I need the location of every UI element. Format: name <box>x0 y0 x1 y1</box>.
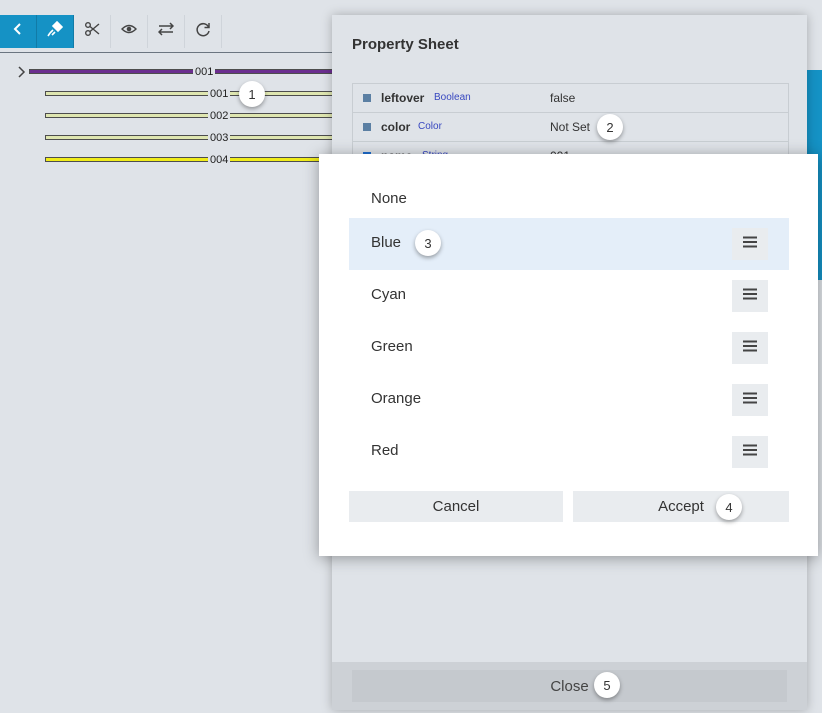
menu-icon <box>743 443 757 461</box>
option-menu-button[interactable] <box>732 228 768 260</box>
option-menu-button[interactable] <box>732 332 768 364</box>
option-menu-button[interactable] <box>732 280 768 312</box>
step-badge: 4 <box>716 494 742 520</box>
color-dialog: None Blue 3 Cyan Green Orange Red Cancel <box>319 154 818 556</box>
property-name: color <box>381 120 411 134</box>
child-track-label: 004 <box>208 154 231 166</box>
chevron-left-icon <box>10 21 26 42</box>
accept-button[interactable]: Accept <box>573 491 789 522</box>
root-track[interactable] <box>29 69 339 74</box>
color-option-red[interactable]: Red <box>349 426 789 478</box>
close-bar: Close 5 <box>332 662 807 710</box>
menu-icon <box>743 235 757 253</box>
property-row[interactable]: leftover Boolean false <box>353 84 788 113</box>
swap-arrows-icon <box>157 21 175 42</box>
view-button[interactable] <box>111 15 148 48</box>
property-name: leftover <box>381 91 425 105</box>
auto-button[interactable] <box>37 15 74 48</box>
child-track-label: 003 <box>208 132 231 144</box>
plug-icon <box>47 20 64 42</box>
panel-title: Property Sheet <box>352 36 459 53</box>
toolbar <box>0 15 222 49</box>
option-label: Orange <box>371 390 422 407</box>
cancel-button[interactable]: Cancel <box>349 491 563 522</box>
child-track-label: 001 <box>208 88 231 100</box>
option-label: Blue <box>371 234 402 251</box>
eye-icon <box>121 21 137 42</box>
option-label: Cyan <box>371 286 407 303</box>
chevron-right-icon <box>15 65 27 82</box>
option-label: Red <box>371 442 399 459</box>
accept-button-label: Accept <box>658 498 704 515</box>
cut-button[interactable] <box>74 15 111 48</box>
step-badge: 1 <box>239 81 265 107</box>
close-button[interactable]: Close <box>352 670 787 702</box>
property-marker-icon <box>363 123 371 131</box>
option-menu-button[interactable] <box>732 436 768 468</box>
color-option-cyan[interactable]: Cyan <box>349 270 789 322</box>
option-menu-button[interactable] <box>732 384 768 416</box>
menu-icon <box>743 391 757 409</box>
property-value[interactable]: Not Set <box>550 120 590 134</box>
property-marker-icon <box>363 94 371 102</box>
property-row[interactable]: color Color Not Set <box>353 113 788 142</box>
step-badge: 3 <box>415 230 441 256</box>
menu-icon <box>743 339 757 357</box>
child-track-label: 002 <box>208 110 231 122</box>
refresh-button[interactable] <box>185 15 222 48</box>
root-track-label: 001 <box>193 66 216 78</box>
expand-toggle[interactable] <box>15 65 27 83</box>
close-button-label: Close <box>550 677 589 695</box>
menu-icon <box>743 287 757 305</box>
step-badge: 2 <box>597 114 623 140</box>
property-value[interactable]: false <box>550 91 575 105</box>
cancel-button-label: Cancel <box>432 498 480 515</box>
refresh-icon <box>195 21 211 42</box>
property-type: Color <box>418 121 442 132</box>
property-type: Boolean <box>434 92 471 103</box>
option-label: None <box>371 190 407 207</box>
color-option-green[interactable]: Green <box>349 322 789 374</box>
step-badge: 5 <box>594 672 620 698</box>
swap-button[interactable] <box>148 15 185 48</box>
toolbar-divider <box>0 52 335 53</box>
color-option-blue[interactable]: Blue 3 <box>349 218 789 270</box>
back-button[interactable] <box>0 15 37 48</box>
child-track[interactable] <box>45 113 335 118</box>
color-option-orange[interactable]: Orange <box>349 374 789 426</box>
child-track[interactable] <box>45 157 335 162</box>
option-label: Green <box>371 338 413 355</box>
child-track[interactable] <box>45 91 335 96</box>
scissors-icon <box>84 21 100 42</box>
child-track[interactable] <box>45 135 335 140</box>
